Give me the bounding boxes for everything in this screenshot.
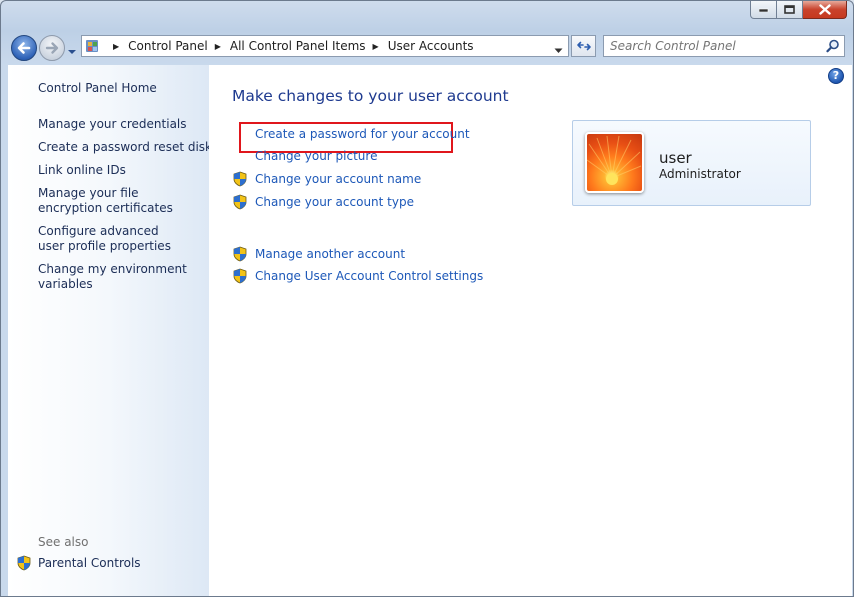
chevron-down-icon	[554, 48, 563, 53]
manage-credentials-link[interactable]: Manage your credentials	[38, 117, 187, 132]
close-icon	[818, 4, 831, 15]
task-label: Manage another account	[255, 247, 406, 261]
manage-file-encryption-certificates-link[interactable]: Manage your file encryption certificates	[38, 186, 198, 216]
create-password-reset-disk-link[interactable]: Create a password reset disk	[38, 140, 212, 155]
control-panel-icon	[86, 40, 98, 52]
recent-pages-dropdown[interactable]	[67, 44, 77, 58]
change-account-name-link[interactable]: Change your account name	[232, 171, 421, 187]
uac-shield-icon	[233, 268, 247, 284]
change-uac-settings-link[interactable]: Change User Account Control settings	[232, 268, 483, 284]
breadcrumb-label: Control Panel	[128, 39, 208, 53]
chevron-down-icon	[68, 50, 76, 54]
flower-picture-icon	[587, 135, 642, 185]
search-input[interactable]	[604, 38, 822, 54]
help-icon: ?	[832, 69, 840, 82]
task-label: Change User Account Control settings	[255, 269, 484, 283]
breadcrumb-user-accounts[interactable]: User Accounts	[388, 39, 474, 53]
minimize-button[interactable]	[750, 1, 777, 19]
left-navigation-pane: Control Panel Home Manage your credentia…	[8, 65, 212, 596]
manage-another-account-link[interactable]: Manage another account	[232, 246, 405, 262]
maximize-button[interactable]	[777, 1, 803, 19]
change-environment-variables-link[interactable]: Change my environment variables	[38, 262, 188, 292]
see-also-heading: See also	[38, 535, 89, 549]
parental-controls-label: Parental Controls	[38, 556, 141, 570]
uac-shield-icon	[17, 555, 31, 571]
uac-shield-icon	[233, 194, 247, 210]
breadcrumb-separator-icon[interactable]: ▶	[373, 42, 379, 51]
forward-arrow-icon	[45, 42, 59, 54]
forward-button[interactable]	[39, 35, 65, 61]
search-box[interactable]	[603, 35, 845, 57]
main-content-pane: ? Make changes to your user account Crea…	[209, 65, 852, 596]
breadcrumb-control-panel[interactable]: Control Panel ▶	[128, 39, 230, 53]
control-panel-home-link[interactable]: Control Panel Home	[38, 81, 157, 96]
create-password-link[interactable]: Create a password for your account	[232, 127, 470, 141]
breadcrumb-label: User Accounts	[387, 39, 474, 53]
back-arrow-icon	[17, 42, 31, 54]
task-label: Change your picture	[255, 149, 378, 163]
change-picture-link[interactable]: Change your picture	[232, 149, 377, 163]
refresh-icon	[576, 41, 591, 51]
configure-advanced-profile-properties-link[interactable]: Configure advanced user profile properti…	[38, 224, 188, 254]
task-label: Change your account type	[255, 195, 414, 209]
navigation-bar: ▶ Control Panel ▶ All Control Panel Items…	[1, 32, 853, 62]
help-button[interactable]: ?	[828, 68, 844, 84]
search-icon[interactable]	[826, 39, 840, 56]
uac-shield-icon	[233, 171, 247, 187]
back-button[interactable]	[11, 35, 37, 61]
breadcrumb-all-items[interactable]: All Control Panel Items ▶	[230, 39, 388, 53]
task-label: Change your account name	[255, 172, 422, 186]
task-label: Create a password for your account	[255, 127, 470, 141]
minimize-icon	[758, 8, 768, 12]
address-dropdown-button[interactable]	[554, 43, 563, 57]
breadcrumb-separator-icon: ▶	[113, 41, 120, 51]
address-bar[interactable]: ▶ Control Panel ▶ All Control Panel Items…	[81, 35, 569, 57]
parental-controls-link[interactable]: Parental Controls	[16, 555, 141, 571]
uac-shield-icon	[233, 246, 247, 262]
refresh-button[interactable]	[571, 35, 596, 57]
caption-buttons	[750, 1, 847, 19]
breadcrumb-separator-icon[interactable]: ▶	[215, 42, 221, 51]
change-account-type-link[interactable]: Change your account type	[232, 194, 414, 210]
maximize-icon	[784, 5, 795, 14]
user-role: Administrator	[659, 167, 741, 181]
close-button[interactable]	[803, 1, 847, 19]
window: ▶ Control Panel ▶ All Control Panel Items…	[0, 0, 854, 597]
page-title: Make changes to your user account	[232, 87, 509, 105]
user-avatar	[585, 132, 644, 193]
user-name: user	[659, 149, 692, 167]
link-online-ids-link[interactable]: Link online IDs	[38, 163, 126, 178]
user-account-card: user Administrator	[572, 120, 811, 206]
breadcrumb-label: All Control Panel Items	[229, 39, 366, 53]
